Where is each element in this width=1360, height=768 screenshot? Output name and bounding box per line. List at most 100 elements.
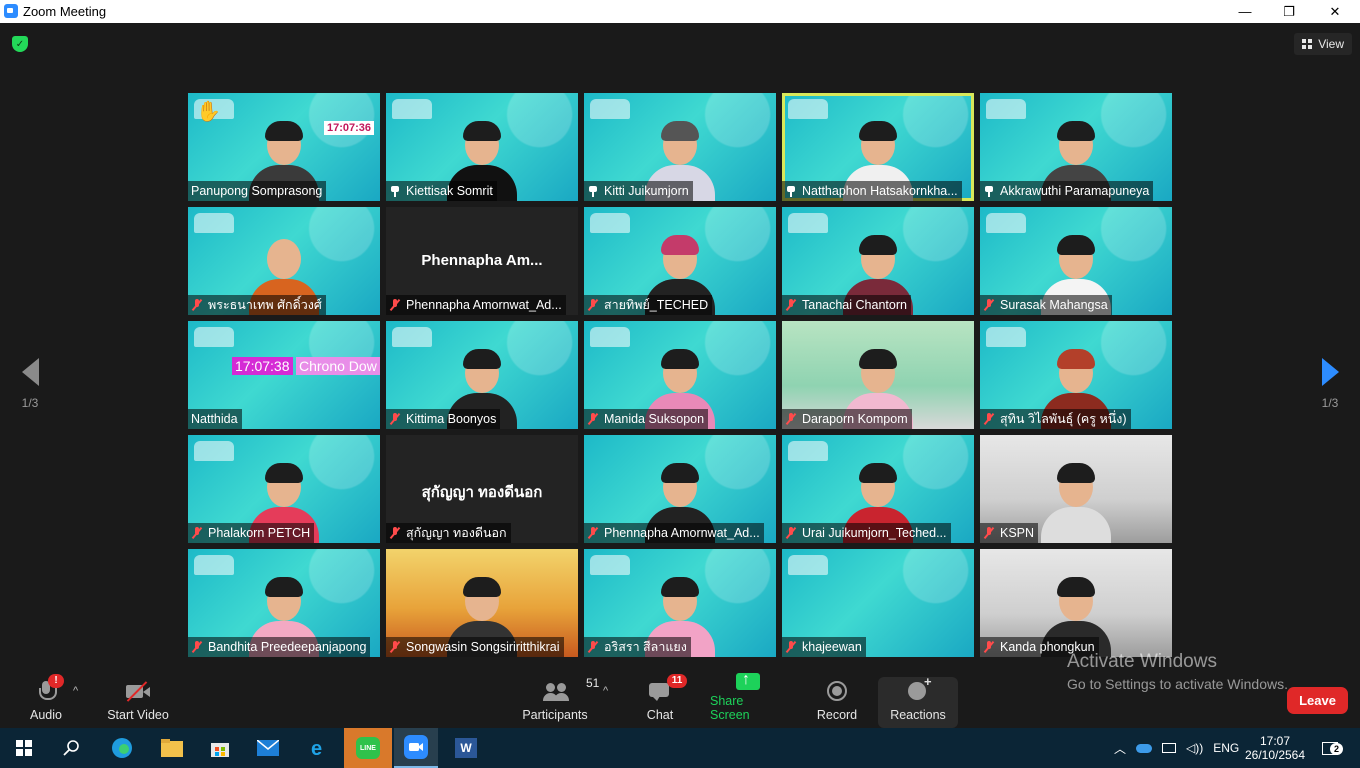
- participants-count: 51: [586, 676, 600, 690]
- audio-button[interactable]: ! Audio: [26, 671, 66, 728]
- pin-icon: [389, 185, 401, 197]
- volume-icon[interactable]: ◁)): [1186, 741, 1203, 755]
- video-tile[interactable]: ✋ 17:07:36 Panupong Somprasong: [188, 93, 380, 201]
- video-tile[interactable]: Akkrawuthi Paramapuneya: [980, 93, 1172, 201]
- video-tile[interactable]: Kitti Juikumjorn: [584, 93, 776, 201]
- taskbar-line[interactable]: LINE: [344, 728, 392, 768]
- language-indicator[interactable]: ENG: [1213, 741, 1239, 755]
- participant-name-label: Surasak Mahangsa: [980, 295, 1112, 315]
- video-tile[interactable]: Songwasin Songsiriritthikrai: [386, 549, 578, 657]
- video-tile[interactable]: KSPN: [980, 435, 1172, 543]
- video-tile-active-speaker[interactable]: Natthaphon Hatsakornkha...: [782, 93, 974, 201]
- video-tile[interactable]: Tanachai Chantorn: [782, 207, 974, 315]
- clock[interactable]: 17:07 26/10/2564: [1245, 728, 1305, 768]
- taskbar-mail[interactable]: [246, 728, 290, 768]
- audio-options-caret[interactable]: ^: [73, 685, 78, 697]
- chevron-up-icon[interactable]: ︿: [1114, 740, 1126, 757]
- chat-icon: 11: [647, 674, 687, 702]
- participants-button[interactable]: 51 Participants: [520, 671, 599, 728]
- watermark-title: Activate Windows: [1067, 651, 1217, 672]
- obs-logo: [788, 99, 828, 119]
- record-icon: [824, 680, 850, 702]
- leave-button[interactable]: Leave: [1287, 687, 1348, 714]
- taskbar-file-explorer[interactable]: [150, 728, 194, 768]
- taskbar-zoom[interactable]: [394, 728, 438, 768]
- mic-muted-icon: [389, 413, 401, 425]
- video-tile[interactable]: Bandhita Preedeepanjapong: [188, 549, 380, 657]
- video-tile[interactable]: Kanda phongkun: [980, 549, 1172, 657]
- obs-logo: [194, 555, 234, 575]
- chat-label: Chat: [646, 708, 674, 722]
- participant-name-label: อริสรา สีลาแยง: [584, 637, 691, 657]
- network-icon[interactable]: [1162, 743, 1177, 753]
- video-tile[interactable]: Urai Juikumjorn_Teched...: [782, 435, 974, 543]
- reactions-label: Reactions: [890, 708, 946, 722]
- obs-logo: [986, 327, 1026, 347]
- video-tile[interactable]: Kittima Boonyos: [386, 321, 578, 429]
- shield-check-icon[interactable]: ✓: [12, 36, 28, 52]
- next-page-button[interactable]: 1/3: [1310, 358, 1350, 410]
- taskbar-internet-explorer[interactable]: e: [296, 728, 340, 768]
- video-tile[interactable]: 17:07:38 Chrono Dow Natthida: [188, 321, 380, 429]
- participant-name-label: Songwasin Songsiriritthikrai: [386, 637, 564, 657]
- search-button[interactable]: [50, 728, 94, 768]
- obs-logo: [590, 213, 630, 233]
- start-video-button[interactable]: Start Video: [104, 671, 172, 728]
- video-tile[interactable]: อริสรา สีลาแยง: [584, 549, 776, 657]
- svg-text:e: e: [311, 738, 322, 759]
- video-tile[interactable]: Phennapha Amornwat_Ad...: [584, 435, 776, 543]
- record-label: Record: [816, 708, 858, 722]
- participant-name-label: khajeewan: [782, 637, 866, 657]
- participant-name-label: Kiettisak Somrit: [386, 181, 497, 201]
- maximize-button[interactable]: ❐: [1266, 0, 1312, 23]
- participant-name-label: Manida Suksopon: [584, 409, 709, 429]
- taskbar-store[interactable]: [198, 728, 242, 768]
- minimize-button[interactable]: —: [1222, 0, 1268, 23]
- obs-logo: [194, 327, 234, 347]
- window-title: Zoom Meeting: [23, 4, 107, 19]
- mic-muted-icon: [389, 641, 401, 653]
- obs-logo: [986, 213, 1026, 233]
- video-tile[interactable]: Kiettisak Somrit: [386, 93, 578, 201]
- smiley-add-icon: [905, 674, 932, 702]
- video-tile[interactable]: พระธนาเทพ ศักดิ์วงศ์: [188, 207, 380, 315]
- mic-muted-icon: [587, 299, 599, 311]
- mic-muted-icon: [587, 527, 599, 539]
- video-tile[interactable]: สายทิพย์_TECHED: [584, 207, 776, 315]
- previous-page-button[interactable]: 1/3: [10, 358, 50, 410]
- taskbar-edge[interactable]: [100, 728, 144, 768]
- notifications-button[interactable]: 2: [1318, 728, 1343, 768]
- reactions-button[interactable]: Reactions: [888, 671, 948, 728]
- participant-name-label: พระธนาเทพ ศักดิ์วงศ์: [188, 295, 326, 315]
- participants-options-caret[interactable]: ^: [603, 685, 608, 697]
- video-tile[interactable]: khajeewan: [782, 549, 974, 657]
- video-tile[interactable]: สุทิน วิไลพันธุ์ (ครู หนึ่ง): [980, 321, 1172, 429]
- raised-hand-icon: ✋: [196, 101, 221, 123]
- tile-clock: 17:07:36: [323, 121, 374, 135]
- clock-time: 17:07: [1259, 734, 1291, 748]
- video-tile[interactable]: Daraporn Kompom: [782, 321, 974, 429]
- close-button[interactable]: ✕: [1312, 0, 1358, 23]
- view-button[interactable]: View: [1294, 33, 1352, 55]
- video-tile[interactable]: Surasak Mahangsa: [980, 207, 1172, 315]
- microphone-icon: !: [33, 674, 64, 702]
- obs-logo: [392, 99, 432, 119]
- video-tile[interactable]: Manida Suksopon: [584, 321, 776, 429]
- audio-label: Audio: [30, 708, 62, 722]
- share-screen-button[interactable]: Share Screen: [710, 671, 786, 728]
- onedrive-icon[interactable]: [1136, 743, 1153, 753]
- video-tile-no-video[interactable]: Phennapha Am... Phennapha Amornwat_Ad...: [386, 207, 578, 315]
- chat-button[interactable]: 11 Chat: [640, 671, 687, 728]
- record-button[interactable]: Record: [815, 671, 859, 728]
- folder-icon: [161, 739, 183, 757]
- tile-clock-text: Chrono Dow: [296, 357, 380, 375]
- start-button[interactable]: [2, 728, 46, 768]
- line-icon: LINE: [356, 737, 380, 759]
- pin-icon: [983, 185, 995, 197]
- chat-unread-badge: 11: [667, 674, 687, 688]
- video-tile-no-video[interactable]: สุกัญญา ทองดีนอก สุกัญญา ทองดีนอก: [386, 435, 578, 543]
- taskbar-word[interactable]: W: [444, 728, 488, 768]
- video-tile[interactable]: Phalakorn PETCH: [188, 435, 380, 543]
- obs-logo: [788, 213, 828, 233]
- windows-taskbar: e LINE W ︿ ◁)) ENG 17:07 26/10/2564 2: [0, 728, 1360, 768]
